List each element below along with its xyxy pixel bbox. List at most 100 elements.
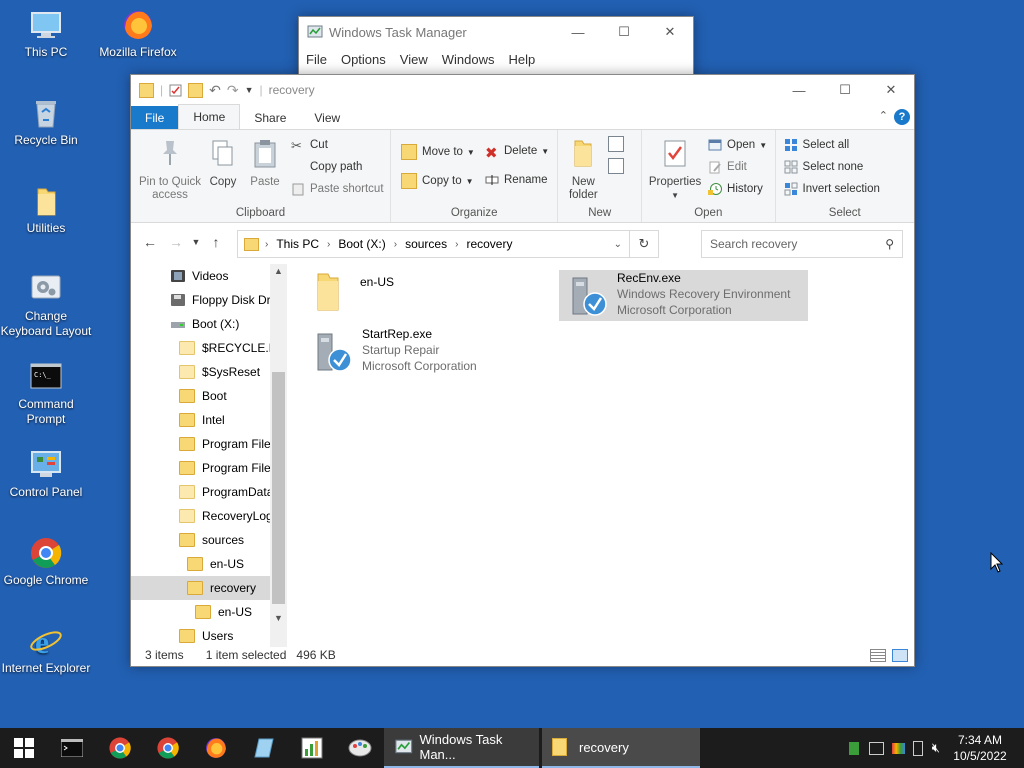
close-button[interactable]: ✕ (868, 75, 914, 105)
nav-item-floppy[interactable]: Floppy Disk Dri (131, 288, 287, 312)
easy-access-icon[interactable] (608, 158, 625, 174)
pin-to-quick-access-button[interactable]: Pin to Quick access (137, 138, 203, 202)
nav-item-intel[interactable]: Intel (131, 408, 287, 432)
file-item-recenv[interactable]: RecEnv.exe Windows Recovery Environment … (559, 270, 808, 321)
taskbar-firefox[interactable] (192, 728, 240, 768)
taskbar-app-paint[interactable] (336, 728, 384, 768)
copy-path-button[interactable]: Copy path (291, 160, 362, 174)
explorer-window[interactable]: | ↶ ↷ ▼ | recovery — ☐ ✕ File Home Share… (130, 74, 915, 667)
nav-item-boot-drive[interactable]: Boot (X:) (131, 312, 287, 336)
menu-file[interactable]: File (299, 52, 334, 67)
tray-monitor-icon[interactable] (868, 741, 884, 755)
nav-item-boot[interactable]: Boot (131, 384, 287, 408)
taskbar-chrome-2[interactable] (144, 728, 192, 768)
taskbar-app-chart[interactable] (288, 728, 336, 768)
large-icons-view-icon[interactable] (892, 648, 908, 662)
cut-button[interactable]: ✂ Cut (291, 138, 328, 153)
menu-windows[interactable]: Windows (435, 52, 502, 67)
desktop-icon-utilities[interactable]: Utilities (0, 184, 92, 236)
scroll-down-icon[interactable]: ▼ (274, 613, 283, 623)
nav-item-sysreset[interactable]: $SysReset (131, 360, 287, 384)
customize-quick-access-icon[interactable]: ▼ (245, 85, 254, 95)
nav-item-program-files-x86[interactable]: Program Files (131, 456, 287, 480)
move-to-button[interactable]: Move to ▼ (401, 144, 475, 160)
menu-help[interactable]: Help (501, 52, 542, 67)
desktop-icon-internet-explorer[interactable]: e Internet Explorer (0, 624, 92, 676)
tab-share[interactable]: Share (240, 106, 300, 129)
close-button[interactable]: ✕ (647, 17, 693, 47)
scroll-up-icon[interactable]: ▲ (274, 266, 283, 276)
desktop-icon-control-panel[interactable]: Control Panel (0, 448, 92, 500)
open-button[interactable]: Open ▼ (708, 138, 767, 152)
rename-button[interactable]: Rename (485, 173, 547, 187)
address-bar[interactable]: › This PC › Boot (X:) › sources › recove… (237, 230, 659, 258)
copy-button[interactable]: Copy (205, 138, 241, 189)
nav-item-programdata[interactable]: ProgramData (131, 480, 287, 504)
help-icon[interactable]: ? (894, 109, 910, 125)
breadcrumb-sources[interactable]: sources (405, 237, 447, 251)
file-item-startrep[interactable]: StartRep.exe Startup Repair Microsoft Co… (312, 326, 561, 377)
file-item-en-us[interactable]: en-US (310, 270, 530, 318)
redo-icon[interactable]: ↷ (227, 82, 239, 99)
properties-button[interactable]: Properties ▼ (644, 138, 706, 202)
minimize-button[interactable]: — (776, 75, 822, 105)
select-all-button[interactable]: Select all (784, 138, 849, 152)
nav-item-recycle-bin-folder[interactable]: $RECYCLE.BIN (131, 336, 287, 360)
desktop-icon-firefox[interactable]: Mozilla Firefox (92, 8, 184, 60)
nav-item-program-files[interactable]: Program Files (131, 432, 287, 456)
copy-to-button[interactable]: Copy to ▼ (401, 173, 474, 189)
desktop-icon-change-keyboard-layout[interactable]: Change Keyboard Layout (0, 272, 92, 339)
desktop-icon-recycle-bin[interactable]: Recycle Bin (0, 96, 92, 148)
menu-view[interactable]: View (393, 52, 435, 67)
back-button[interactable]: ← (137, 234, 163, 250)
taskbar-command-prompt[interactable] (48, 728, 96, 768)
tab-home[interactable]: Home (178, 104, 241, 129)
tray-usb-icon[interactable] (912, 740, 923, 756)
edit-button[interactable]: Edit (708, 160, 747, 174)
tab-file[interactable]: File (131, 106, 179, 129)
file-list[interactable]: en-US RecEnv.exe Windows Recovery Enviro… (288, 264, 914, 647)
undo-icon[interactable]: ↶ (209, 82, 221, 99)
recent-locations-button[interactable]: ▼ (189, 237, 203, 247)
properties-check-icon[interactable] (169, 84, 182, 97)
nav-item-recovery[interactable]: recovery (131, 576, 287, 600)
search-input[interactable]: Search recovery (710, 237, 797, 251)
paste-button[interactable]: Paste (247, 138, 283, 189)
maximize-button[interactable]: ☐ (601, 17, 647, 47)
paste-shortcut-button[interactable]: Paste shortcut (291, 182, 384, 196)
tray-app-icon[interactable] (848, 741, 859, 755)
breadcrumb-recovery[interactable]: recovery (466, 237, 512, 251)
invert-selection-button[interactable]: Invert selection (784, 182, 880, 196)
up-button[interactable]: ↑ (203, 234, 229, 250)
taskbar-explorer-recovery[interactable]: recovery (542, 728, 700, 768)
desktop-icon-command-prompt[interactable]: C:\_ Command Prompt (0, 360, 92, 427)
maximize-button[interactable]: ☐ (822, 75, 868, 105)
taskbar-chrome[interactable] (96, 728, 144, 768)
search-box[interactable]: Search recovery ⚲ (701, 230, 903, 258)
clock[interactable]: 7:34 AM 10/5/2022 (950, 732, 1010, 764)
nav-item-recoverylogs[interactable]: RecoveryLogs (131, 504, 287, 528)
navigation-pane[interactable]: Videos Floppy Disk Dri Boot (X:) $RECYCL… (131, 264, 287, 647)
menu-options[interactable]: Options (334, 52, 393, 67)
explorer-titlebar[interactable]: | ↶ ↷ ▼ | recovery — ☐ ✕ (131, 75, 914, 105)
collapse-ribbon-icon[interactable]: ⌃ (879, 109, 888, 122)
details-view-icon[interactable] (870, 648, 886, 662)
new-folder-icon[interactable] (188, 82, 204, 98)
breadcrumb-this-pc[interactable]: This PC (276, 237, 319, 251)
taskbar-app-blue[interactable] (240, 728, 288, 768)
nav-item-videos[interactable]: Videos (131, 264, 287, 288)
tray-display-icon[interactable] (891, 742, 905, 754)
history-button[interactable]: History (708, 182, 763, 196)
breadcrumb-boot[interactable]: Boot (X:) (338, 237, 385, 251)
tab-view[interactable]: View (300, 106, 354, 129)
nav-scrollbar[interactable]: ▲ ▼ (270, 264, 287, 647)
nav-scrollbar-thumb[interactable] (272, 372, 285, 604)
volume-muted-icon[interactable]: 🔇︎ (932, 740, 940, 756)
start-button[interactable] (0, 728, 48, 768)
forward-button[interactable]: → (163, 234, 189, 250)
nav-item-recovery-en-us[interactable]: en-US (131, 600, 287, 624)
taskbar-task-manager[interactable]: Windows Task Man... (384, 728, 539, 768)
delete-button[interactable]: ✖ Delete ▼ (485, 144, 549, 162)
minimize-button[interactable]: — (555, 17, 601, 47)
nav-item-sources-en-us[interactable]: en-US (131, 552, 287, 576)
